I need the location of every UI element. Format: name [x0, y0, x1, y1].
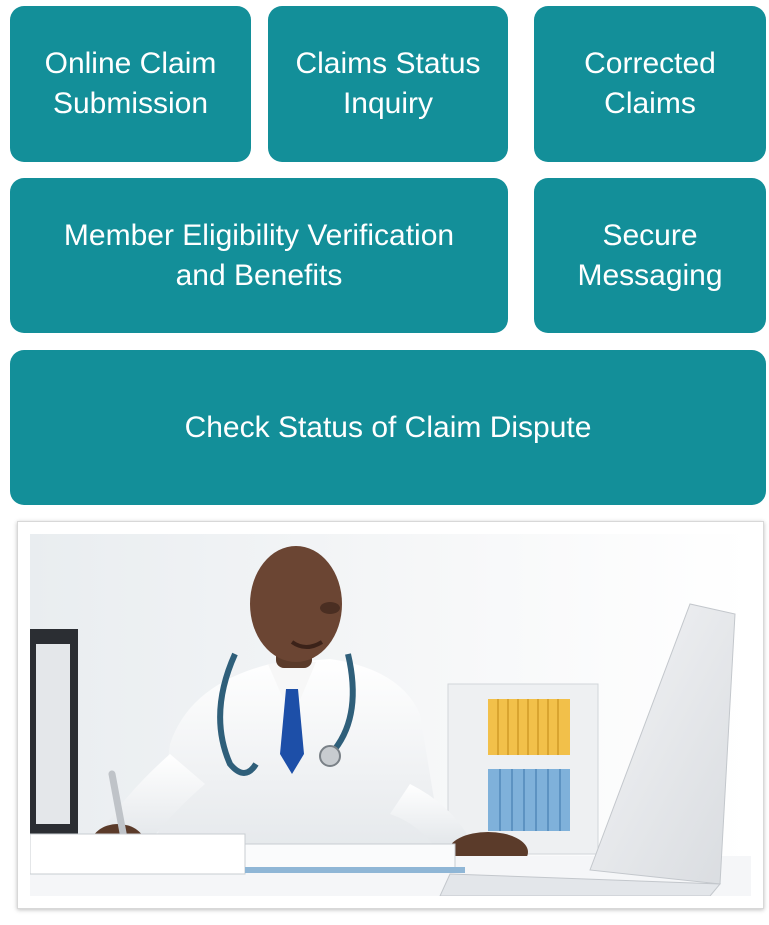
- corrected-claims-label: Corrected Claims: [584, 47, 716, 120]
- claim-dispute-status-label: Check Status of Claim Dispute: [184, 410, 592, 444]
- member-eligibility-label: Member Eligibility Verification and Bene…: [63, 218, 455, 292]
- online-claim-submission-label: Online Claim Submission: [44, 47, 217, 120]
- corrected-claims-button[interactable]: Corrected Claims: [534, 6, 766, 162]
- photo-frame: [17, 521, 764, 909]
- claims-status-inquiry-button[interactable]: Claims Status Inquiry: [268, 6, 508, 162]
- claims-status-inquiry-label: Claims Status Inquiry: [295, 47, 481, 120]
- secure-messaging-label: Secure Messaging: [577, 218, 723, 292]
- secure-messaging-button[interactable]: Secure Messaging: [534, 178, 766, 333]
- online-claim-submission-button[interactable]: Online Claim Submission: [10, 6, 251, 162]
- member-eligibility-button[interactable]: Member Eligibility Verification and Bene…: [10, 178, 508, 333]
- doctor-photo: [30, 534, 751, 896]
- claim-dispute-status-button[interactable]: Check Status of Claim Dispute: [10, 350, 766, 505]
